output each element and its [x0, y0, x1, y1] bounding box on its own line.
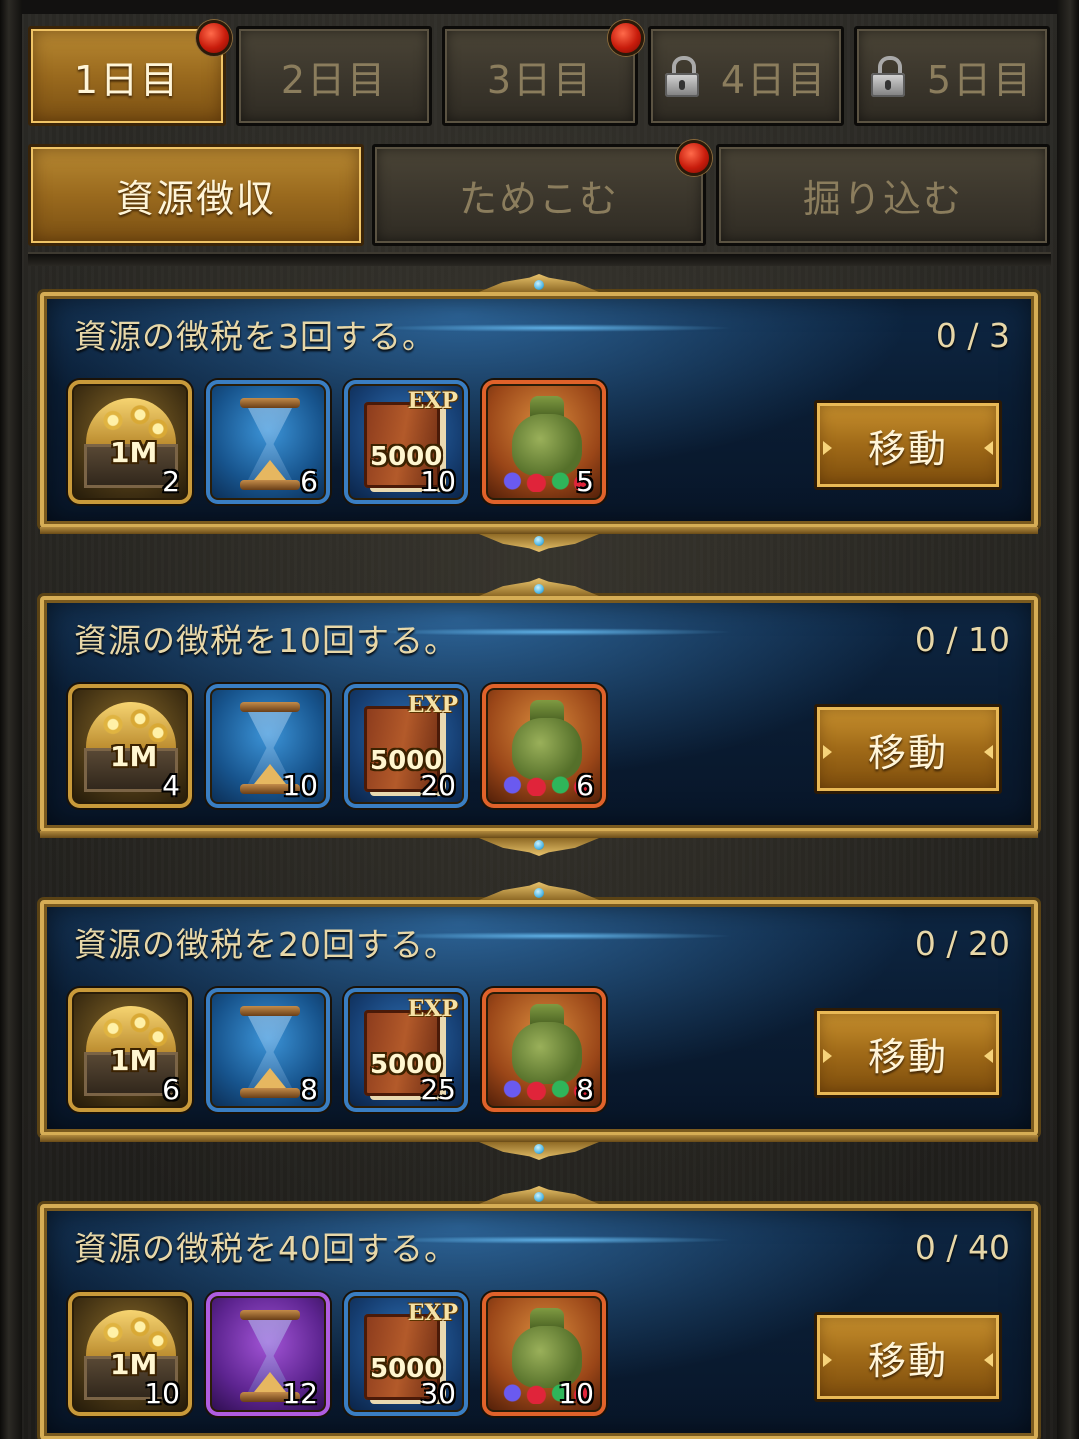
quest-card-3: 資源の徴税を20回する。 0 / 20 1M 6 8 EXP 5000 25 8 移動 — [40, 882, 1038, 1136]
reward-quantity: 10 — [420, 465, 456, 498]
reward-item[interactable]: 8 — [206, 988, 330, 1112]
reward-amount-label: 1M — [110, 1044, 158, 1077]
reward-item[interactable]: EXP 5000 20 — [344, 684, 468, 808]
reward-quantity: 2 — [162, 465, 180, 498]
quest-title: 資源の徴税を20回する。 — [74, 925, 458, 964]
ornament-gem-icon — [534, 840, 544, 850]
tab-day-5-label: 5日目 — [926, 57, 1034, 102]
tab-day-2[interactable]: 2日目 — [236, 26, 432, 126]
tab-day-2-label: 2日目 — [280, 57, 388, 102]
reward-quantity: 6 — [162, 1073, 180, 1106]
reward-quantity: 25 — [420, 1073, 456, 1106]
reward-item[interactable]: 1M 6 — [68, 988, 192, 1112]
reward-quantity: 10 — [282, 769, 318, 802]
quest-card-4: 資源の徴税を40回する。 0 / 40 1M 10 12 EXP 5000 30 10 移動 — [40, 1186, 1038, 1439]
reward-item[interactable]: 10 — [482, 1292, 606, 1416]
move-button[interactable]: 移動 — [814, 400, 1002, 490]
hourglass-icon — [240, 398, 300, 490]
bag-body — [512, 718, 582, 780]
section-divider — [28, 252, 1051, 266]
reward-quantity: 8 — [300, 1073, 318, 1106]
notification-badge-icon — [196, 20, 232, 56]
move-button-label: 移動 — [867, 1338, 948, 1383]
tab-resource-collect-label: 資源徴収 — [115, 176, 276, 221]
tab-dig[interactable]: 掘り込む — [716, 144, 1050, 246]
tab-hoard-label: ためこむ — [458, 176, 619, 221]
day-tab-bar: 1日目 2日目 3日目 4日目 5日目 — [28, 20, 1050, 126]
ornament-gem-icon — [534, 1192, 544, 1202]
quest-card-2: 資源の徴税を10回する。 0 / 10 1M 4 10 EXP 5000 20 6 移動 — [40, 578, 1038, 832]
tab-day-4[interactable]: 4日目 — [648, 26, 844, 126]
reward-quantity: 6 — [576, 769, 594, 802]
reward-item[interactable]: EXP 5000 10 — [344, 380, 468, 504]
move-button[interactable]: 移動 — [814, 1008, 1002, 1098]
exp-tag-label: EXP — [407, 1300, 458, 1326]
reward-item[interactable]: 12 — [206, 1292, 330, 1416]
reward-item[interactable]: EXP 5000 30 — [344, 1292, 468, 1416]
reward-quantity: 6 — [300, 465, 318, 498]
move-button-label: 移動 — [867, 1034, 948, 1079]
reward-amount-label: 1M — [110, 436, 158, 469]
reward-quantity: 12 — [282, 1377, 318, 1410]
quest-progress: 0 / 10 — [914, 620, 1010, 659]
quest-title: 資源の徴税を3回する。 — [74, 317, 436, 356]
reward-amount-label: 1M — [110, 740, 158, 773]
move-button[interactable]: 移動 — [814, 1312, 1002, 1402]
reward-item[interactable]: EXP 5000 25 — [344, 988, 468, 1112]
ornament-gem-icon — [534, 536, 544, 546]
reward-quantity: 8 — [576, 1073, 594, 1106]
ornament-gem-icon — [534, 888, 544, 898]
exp-tag-label: EXP — [407, 996, 458, 1022]
notification-badge-icon — [608, 20, 644, 56]
ornament-gem-icon — [534, 1144, 544, 1154]
hourglass-icon — [240, 1006, 300, 1098]
quest-progress: 0 / 40 — [914, 1228, 1010, 1267]
quest-card-1: 資源の徴税を3回する。 0 / 3 1M 2 6 EXP 5000 10 5 移動 — [40, 274, 1038, 528]
tab-hoard[interactable]: ためこむ — [372, 144, 706, 246]
tab-day-4-label: 4日目 — [720, 57, 828, 102]
quest-progress: 0 / 20 — [914, 924, 1010, 963]
reward-item[interactable]: 1M 2 — [68, 380, 192, 504]
reward-quantity: 4 — [162, 769, 180, 802]
move-button[interactable]: 移動 — [814, 704, 1002, 794]
lock-icon — [664, 56, 699, 97]
reward-item[interactable]: 6 — [482, 684, 606, 808]
reward-quantity: 5 — [576, 465, 594, 498]
category-tab-bar: 資源徴収 ためこむ 掘り込む — [28, 140, 1050, 246]
tab-resource-collect[interactable]: 資源徴収 — [28, 144, 364, 246]
reward-quantity: 10 — [144, 1377, 180, 1410]
move-button-label: 移動 — [867, 730, 948, 775]
ornament-gem-icon — [534, 280, 544, 290]
tab-day-3-label: 3日目 — [486, 57, 594, 102]
quest-title: 資源の徴税を10回する。 — [74, 621, 458, 660]
quest-progress: 0 / 3 — [935, 316, 1010, 355]
tab-dig-label: 掘り込む — [802, 176, 963, 221]
move-button-label: 移動 — [867, 426, 948, 471]
reward-item[interactable]: 8 — [482, 988, 606, 1112]
reward-item[interactable]: 10 — [206, 684, 330, 808]
reward-item[interactable]: 1M 4 — [68, 684, 192, 808]
quest-title: 資源の徴税を40回する。 — [74, 1229, 458, 1268]
bag-body — [512, 414, 582, 476]
reward-quantity: 20 — [420, 769, 456, 802]
event-screen: 1日目 2日目 3日目 4日目 5日目 資源徴収 ためこむ 掘り込む 資源の徴税… — [0, 0, 1079, 1439]
reward-item[interactable]: 5 — [482, 380, 606, 504]
notification-badge-icon — [676, 140, 712, 176]
tab-day-1-label: 1日目 — [73, 57, 181, 102]
reward-item[interactable]: 6 — [206, 380, 330, 504]
right-frame-rail — [1057, 0, 1079, 1439]
top-frame-strip — [22, 0, 1057, 14]
reward-quantity: 30 — [420, 1377, 456, 1410]
exp-tag-label: EXP — [407, 692, 458, 718]
reward-quantity: 10 — [558, 1377, 594, 1410]
bag-body — [512, 1022, 582, 1084]
reward-item[interactable]: 1M 10 — [68, 1292, 192, 1416]
tab-day-5[interactable]: 5日目 — [854, 26, 1050, 126]
lock-icon — [870, 56, 905, 97]
ornament-gem-icon — [534, 584, 544, 594]
left-frame-rail — [0, 0, 22, 1439]
exp-tag-label: EXP — [407, 388, 458, 414]
